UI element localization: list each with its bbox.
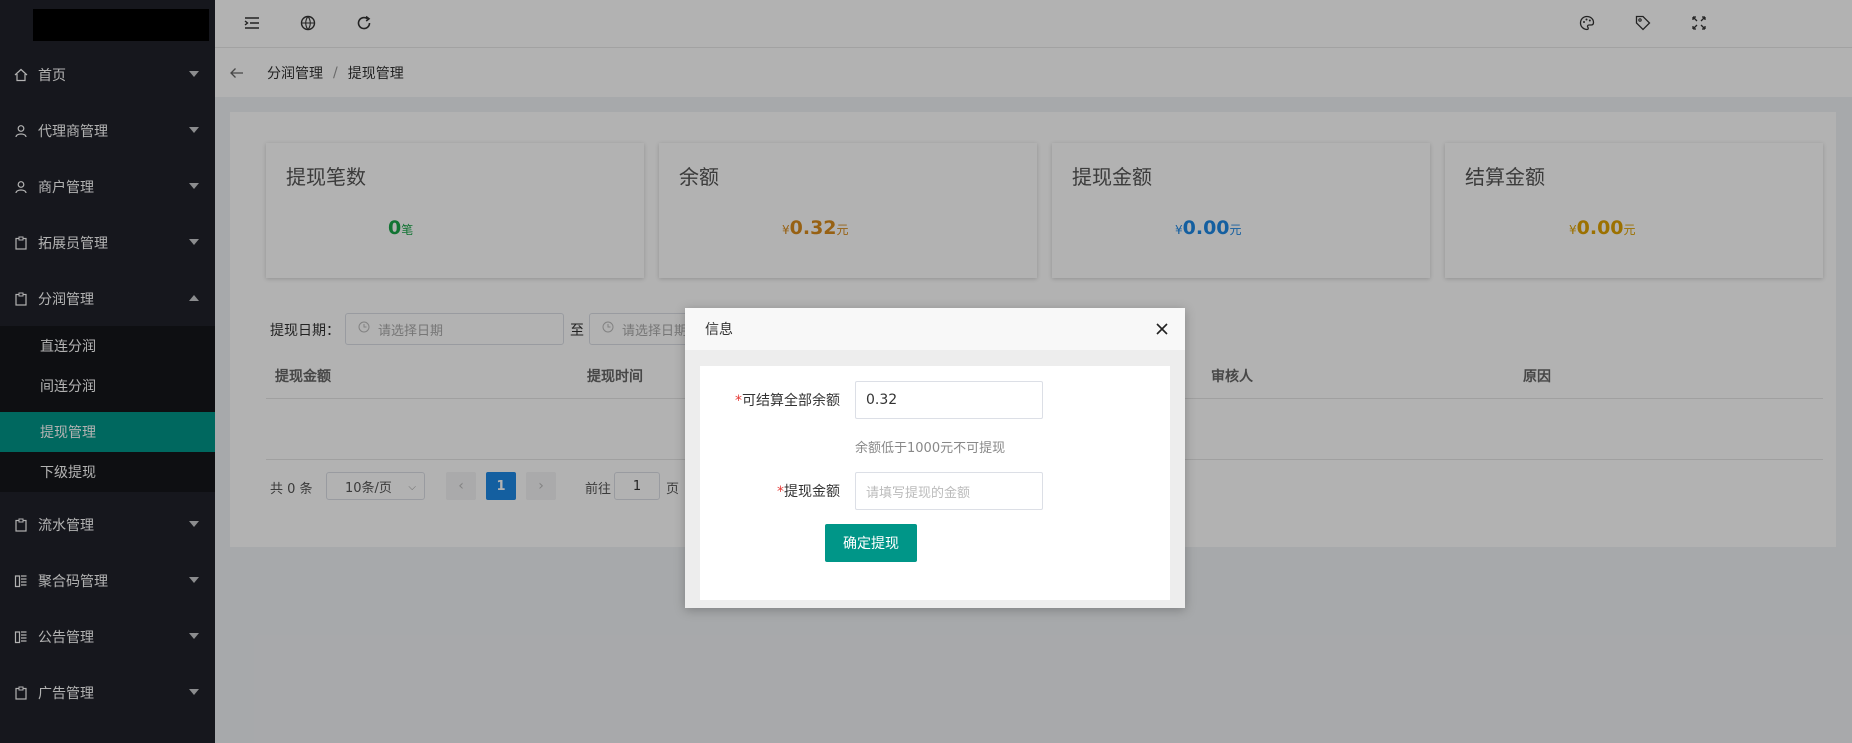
confirm-withdraw-button[interactable]: 确定提现 (825, 524, 917, 562)
dialog-title: 信息 (705, 322, 733, 338)
withdraw-dialog: 信息 *可结算全部余额 0.32 余额低于1000元不可提现 *提现金额 请填写… (685, 308, 1185, 608)
dialog-header: 信息 (685, 308, 1185, 350)
amount-input[interactable]: 请填写提现的金额 (855, 472, 1043, 510)
balance-hint: 余额低于1000元不可提现 (855, 441, 1006, 456)
amount-label: *提现金额 (777, 484, 840, 500)
dialog-body: *可结算全部余额 0.32 余额低于1000元不可提现 *提现金额 请填写提现的… (700, 366, 1170, 600)
close-icon[interactable] (1155, 322, 1169, 336)
balance-label: *可结算全部余额 (735, 393, 840, 409)
balance-input[interactable]: 0.32 (855, 381, 1043, 419)
